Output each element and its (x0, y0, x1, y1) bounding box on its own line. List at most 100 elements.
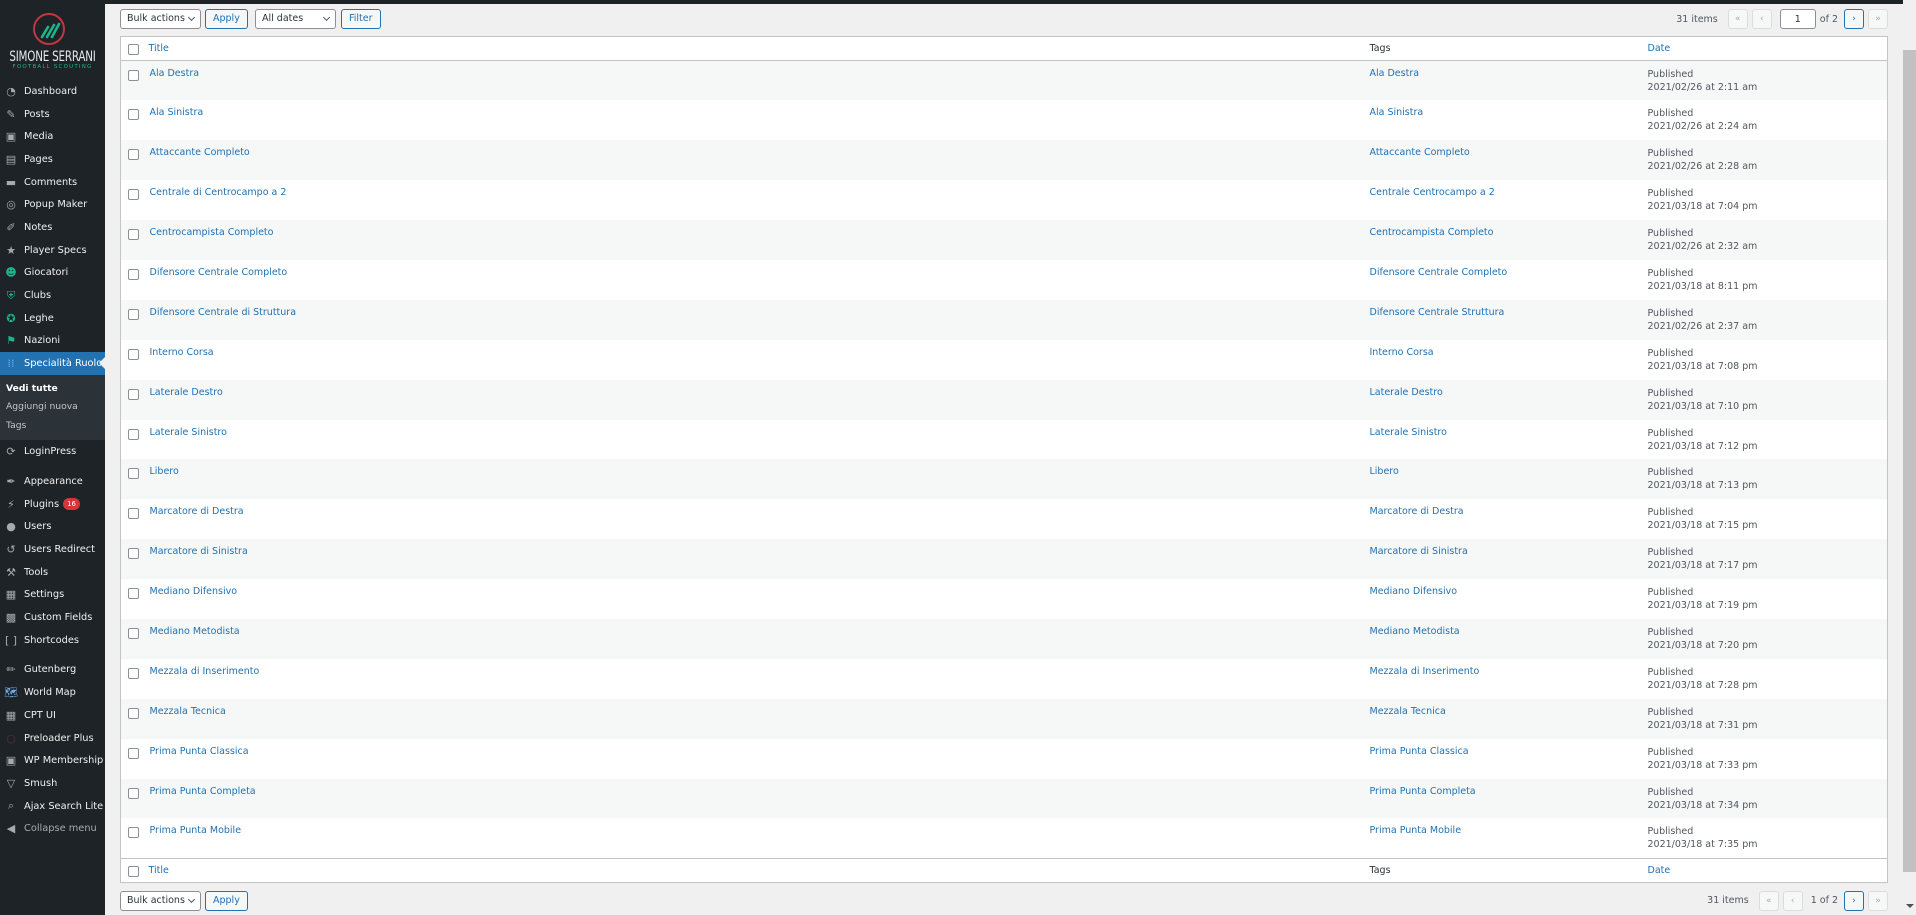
row-checkbox[interactable] (128, 229, 139, 241)
first-page-button-bottom[interactable]: « (1758, 890, 1779, 911)
row-title-link[interactable]: Attaccante Completo (149, 147, 250, 158)
row-tag-link[interactable]: Interno Corsa (1370, 347, 1434, 358)
row-tag-link[interactable]: Centrocampista Completo (1370, 227, 1494, 238)
scroll-down-arrow-icon[interactable] (1906, 904, 1914, 912)
sidebar-item-popup-maker[interactable]: ◎ Popup Maker (0, 193, 105, 216)
row-title-link[interactable]: Ala Sinistra (149, 107, 204, 118)
row-title-link[interactable]: Marcatore di Destra (149, 506, 244, 517)
row-title-link[interactable]: Ala Destra (149, 68, 200, 79)
row-title-link[interactable]: Libero (149, 466, 179, 477)
row-checkbox[interactable] (128, 667, 139, 679)
row-checkbox[interactable] (128, 428, 139, 440)
row-tag-link[interactable]: Prima Punta Classica (1370, 746, 1469, 757)
row-title-link[interactable]: Laterale Sinistro (149, 427, 227, 438)
row-title-link[interactable]: Prima Punta Completa (149, 786, 256, 797)
scrollbar-thumb[interactable] (1903, 50, 1916, 872)
sidebar-item-shortcodes[interactable]: [ ] Shortcodes (0, 629, 105, 652)
row-tag-link[interactable]: Prima Punta Mobile (1370, 825, 1462, 836)
row-title-link[interactable]: Marcatore di Sinistra (149, 546, 248, 557)
row-title-link[interactable]: Centrocampista Completo (149, 227, 274, 238)
prev-page-button-bottom[interactable]: ‹ (1782, 890, 1803, 911)
row-tag-link[interactable]: Ala Destra (1370, 68, 1420, 79)
current-page-input[interactable] (1779, 9, 1816, 29)
apply-button-bottom[interactable]: Apply (205, 890, 248, 911)
select-all-checkbox-footer[interactable] (128, 865, 139, 877)
row-title-link[interactable]: Centrale di Centrocampo a 2 (149, 187, 287, 198)
sidebar-item-leghe[interactable]: ✪ Leghe (0, 307, 105, 330)
row-checkbox[interactable] (128, 827, 139, 839)
sidebar-item-settings[interactable]: ▦ Settings (0, 584, 105, 607)
row-tag-link[interactable]: Mediano Difensivo (1370, 586, 1458, 597)
row-title-link[interactable]: Mezzala Tecnica (149, 706, 226, 717)
last-page-button-bottom[interactable]: » (1868, 890, 1888, 911)
row-checkbox[interactable] (128, 588, 139, 600)
sidebar-item-dashboard[interactable]: ◔ Dashboard (0, 80, 105, 103)
bulk-actions-select-bottom[interactable]: Bulk actions (120, 890, 201, 911)
row-checkbox[interactable] (128, 70, 139, 81)
row-title-link[interactable]: Prima Punta Classica (149, 746, 249, 757)
row-tag-link[interactable]: Centrale Centrocampo a 2 (1370, 187, 1495, 198)
row-tag-link[interactable]: Mezzala di Inserimento (1370, 666, 1480, 677)
row-checkbox[interactable] (128, 508, 139, 520)
next-page-button-bottom[interactable]: › (1844, 890, 1864, 911)
row-title-link[interactable]: Interno Corsa (149, 347, 214, 358)
row-tag-link[interactable]: Libero (1370, 466, 1399, 477)
sidebar-item-giocatori[interactable]: ☻ Giocatori (0, 262, 105, 285)
sidebar-item-comments[interactable]: ▬ Comments (0, 171, 105, 194)
row-tag-link[interactable]: Prima Punta Completa (1370, 786, 1476, 797)
submenu-item-aggiungi-nuova[interactable]: Aggiungi nuova (0, 397, 105, 416)
sidebar-item-specialit-ruolo[interactable]: ⁞⁞ Specialità Ruolo (0, 352, 105, 375)
sidebar-item-notes[interactable]: ✐ Notes (0, 216, 105, 239)
row-checkbox[interactable] (128, 468, 139, 480)
row-checkbox[interactable] (128, 747, 139, 759)
row-tag-link[interactable]: Difensore Centrale Completo (1370, 267, 1508, 278)
row-tag-link[interactable]: Marcatore di Destra (1370, 506, 1464, 517)
sidebar-item-world-map[interactable]: 🗺 World Map (0, 681, 105, 704)
sidebar-item-wp-membership[interactable]: ▣ WP Membership (0, 749, 105, 772)
row-title-link[interactable]: Mediano Metodista (149, 626, 240, 637)
column-title-sort-footer[interactable]: Title (149, 865, 169, 876)
row-tag-link[interactable]: Difensore Centrale Struttura (1370, 307, 1505, 318)
sidebar-item-cpt-ui[interactable]: ▦ CPT UI (0, 704, 105, 727)
column-date-sort[interactable]: Date (1648, 43, 1671, 54)
sidebar-item-ajax-search-lite[interactable]: ⌕ Ajax Search Lite (0, 795, 105, 818)
page-scrollbar[interactable] (1903, 0, 1916, 915)
row-title-link[interactable]: Mediano Difensivo (149, 586, 238, 597)
row-checkbox[interactable] (128, 189, 139, 201)
select-all-checkbox[interactable] (128, 44, 139, 55)
row-title-link[interactable]: Laterale Destro (149, 387, 223, 398)
row-tag-link[interactable]: Marcatore di Sinistra (1370, 546, 1468, 557)
row-checkbox[interactable] (128, 388, 139, 400)
row-checkbox[interactable] (128, 787, 139, 799)
last-page-button[interactable]: » (1868, 9, 1888, 29)
apply-button-top[interactable]: Apply (205, 9, 248, 29)
bulk-actions-select-top[interactable]: Bulk actions (120, 9, 201, 29)
row-tag-link[interactable]: Laterale Sinistro (1370, 427, 1447, 438)
row-tag-link[interactable]: Ala Sinistra (1370, 107, 1424, 118)
filter-button[interactable]: Filter (341, 9, 381, 29)
date-filter-select[interactable]: All dates (255, 9, 336, 29)
sidebar-item-gutenberg[interactable]: ✏ Gutenberg (0, 659, 105, 682)
sidebar-item-users[interactable]: ● Users (0, 516, 105, 539)
column-title-sort[interactable]: Title (149, 43, 169, 54)
prev-page-button[interactable]: ‹ (1751, 9, 1772, 29)
row-checkbox[interactable] (128, 149, 139, 161)
sidebar-item-custom-fields[interactable]: ▩ Custom Fields (0, 606, 105, 629)
sidebar-item-loginpress[interactable]: ⟳ LoginPress (0, 440, 105, 463)
sidebar-item-media[interactable]: ▣ Media (0, 125, 105, 148)
site-logo[interactable]: SIMONE SERRANI FOOTBALL SCOUTING (0, 0, 105, 80)
first-page-button[interactable]: « (1727, 9, 1748, 29)
collapse-menu-button[interactable]: ◀ Collapse menu (0, 817, 105, 840)
row-checkbox[interactable] (128, 548, 139, 560)
row-checkbox[interactable] (128, 308, 139, 320)
sidebar-item-tools[interactable]: ⚒ Tools (0, 561, 105, 584)
row-title-link[interactable]: Difensore Centrale Completo (149, 267, 288, 278)
row-tag-link[interactable]: Attaccante Completo (1370, 147, 1470, 158)
row-title-link[interactable]: Difensore Centrale di Struttura (149, 307, 297, 318)
row-tag-link[interactable]: Laterale Destro (1370, 387, 1443, 398)
sidebar-item-users-redirect[interactable]: ↺ Users Redirect (0, 538, 105, 561)
row-title-link[interactable]: Mezzala di Inserimento (149, 666, 260, 677)
row-checkbox[interactable] (128, 627, 139, 639)
sidebar-item-pages[interactable]: ▤ Pages (0, 148, 105, 171)
row-checkbox[interactable] (128, 268, 139, 280)
